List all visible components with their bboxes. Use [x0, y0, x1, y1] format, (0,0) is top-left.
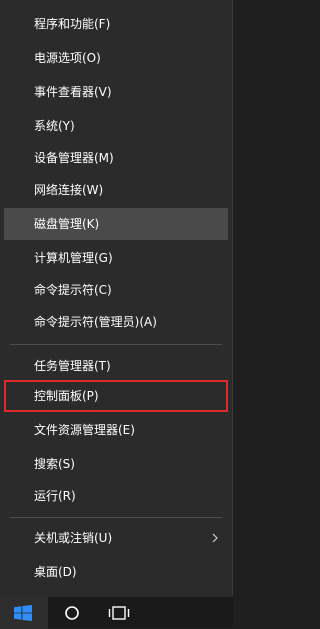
- menu-item-desktop[interactable]: 桌面(D): [4, 556, 228, 588]
- menu-item-file-explorer[interactable]: 文件资源管理器(E): [4, 414, 228, 446]
- menu-item-disk-management[interactable]: 磁盘管理(K): [4, 208, 228, 240]
- search-circle-icon: [65, 606, 79, 620]
- windows-logo-icon: [14, 605, 32, 621]
- menu-item-control-panel[interactable]: 控制面板(P): [4, 380, 228, 412]
- start-button[interactable]: [0, 597, 48, 629]
- menu-item-power-options[interactable]: 电源选项(O): [4, 42, 228, 74]
- menu-item-search[interactable]: 搜索(S): [4, 448, 228, 480]
- menu-item-programs-features[interactable]: 程序和功能(F): [4, 8, 228, 40]
- search-button[interactable]: [48, 597, 96, 629]
- menu-item-network-connections[interactable]: 网络连接(W): [4, 174, 228, 206]
- menu-item-system[interactable]: 系统(Y): [4, 110, 228, 142]
- menu-item-device-manager[interactable]: 设备管理器(M): [4, 142, 228, 174]
- menu-separator: [10, 517, 222, 518]
- menu-item-command-prompt-admin[interactable]: 命令提示符(管理员)(A): [4, 306, 228, 338]
- menu-item-run[interactable]: 运行(R): [4, 480, 228, 512]
- menu-item-shutdown-signout[interactable]: 关机或注销(U): [4, 522, 228, 554]
- task-view-button[interactable]: [96, 597, 144, 629]
- task-view-icon: [108, 606, 130, 620]
- menu-item-task-manager[interactable]: 任务管理器(T): [4, 350, 228, 382]
- menu-separator: [10, 344, 222, 345]
- menu-item-command-prompt[interactable]: 命令提示符(C): [4, 274, 228, 306]
- winx-context-menu: 程序和功能(F) 电源选项(O) 事件查看器(V) 系统(Y) 设备管理器(M)…: [0, 0, 233, 596]
- menu-item-event-viewer[interactable]: 事件查看器(V): [4, 76, 228, 108]
- menu-item-computer-management[interactable]: 计算机管理(G): [4, 242, 228, 274]
- taskbar: [0, 596, 233, 629]
- menu-item-label: 关机或注销(U): [34, 531, 113, 545]
- chevron-right-icon: [212, 522, 220, 554]
